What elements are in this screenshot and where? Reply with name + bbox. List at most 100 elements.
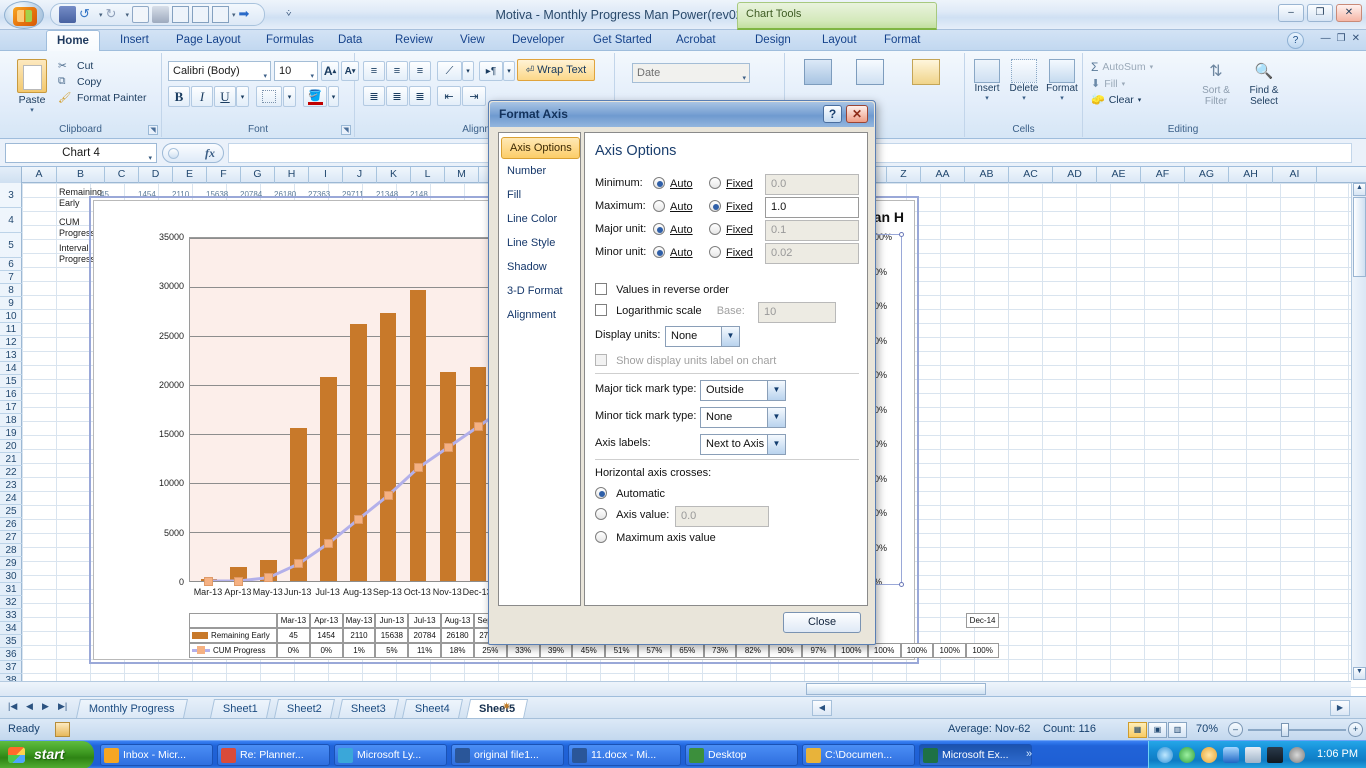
- row-header-20[interactable]: 20: [0, 440, 22, 453]
- tab-formulas[interactable]: Formulas: [256, 30, 324, 51]
- row-header-35[interactable]: 35: [0, 635, 22, 648]
- doc-restore-icon[interactable]: ❐: [1337, 33, 1346, 44]
- handle-tr[interactable]: [899, 232, 904, 237]
- display-units-select[interactable]: None ▼: [665, 326, 740, 347]
- column-header-AE[interactable]: AE: [1097, 167, 1141, 183]
- underline-dropdown-icon[interactable]: ▾: [236, 86, 249, 107]
- underline-button[interactable]: U: [214, 86, 236, 107]
- last-sheet-icon[interactable]: ▶|: [58, 701, 67, 712]
- display-units-dropdown-icon[interactable]: ▼: [721, 327, 739, 346]
- fill-dropdown-icon[interactable]: ▾: [1122, 80, 1126, 88]
- delete-dropdown-icon[interactable]: ▾: [1005, 94, 1043, 102]
- row-header-13[interactable]: 13: [0, 349, 22, 362]
- column-header-AG[interactable]: AG: [1185, 167, 1229, 183]
- tab-home[interactable]: Home: [46, 30, 100, 52]
- horizontal-scrollbar[interactable]: [0, 681, 1351, 696]
- row-header-27[interactable]: 27: [0, 531, 22, 544]
- row-header-14[interactable]: 14: [0, 362, 22, 375]
- minor-tick-select[interactable]: None ▼: [700, 407, 786, 428]
- row-header-10[interactable]: 10: [0, 310, 22, 323]
- taskbar-item[interactable]: C:\Documen...: [802, 744, 915, 766]
- format-cells-button[interactable]: Format ▾: [1043, 59, 1081, 102]
- column-header-AH[interactable]: AH: [1229, 167, 1273, 183]
- conditional-formatting-button[interactable]: [795, 59, 840, 85]
- autosum-button[interactable]: Σ AutoSum ▾: [1091, 60, 1153, 74]
- row-header-37[interactable]: 37: [0, 661, 22, 674]
- fixed-option[interactable]: Fixed: [709, 177, 753, 190]
- number-format-dropdown-icon[interactable]: ▾: [742, 70, 746, 88]
- dialog-help-button[interactable]: ?: [823, 105, 842, 123]
- row-header-12[interactable]: 12: [0, 336, 22, 349]
- auto-option[interactable]: Auto: [653, 177, 693, 190]
- autosum-dropdown-icon[interactable]: ▾: [1150, 63, 1154, 71]
- fill-color-button[interactable]: 🪣: [303, 86, 327, 107]
- select-all-button[interactable]: [0, 167, 22, 183]
- log-scale-checkbox[interactable]: [595, 304, 607, 316]
- row-header-23[interactable]: 23: [0, 479, 22, 492]
- column-header-G[interactable]: G: [241, 167, 275, 183]
- column-header-AD[interactable]: AD: [1053, 167, 1097, 183]
- row-header-36[interactable]: 36: [0, 648, 22, 661]
- fixed-radio[interactable]: [709, 223, 721, 235]
- column-header-M[interactable]: M: [445, 167, 479, 183]
- sort-filter-button[interactable]: ⇅ Sort & Filter: [1193, 59, 1239, 107]
- column-header-AI[interactable]: AI: [1273, 167, 1317, 183]
- auto-option[interactable]: Auto: [653, 200, 693, 213]
- orientation-button[interactable]: ⟋: [437, 61, 462, 81]
- data-marker[interactable]: [234, 576, 244, 586]
- sheet-tab-sheet1[interactable]: Sheet1: [209, 699, 271, 718]
- font-family-input[interactable]: Calibri (Body) ▾: [168, 61, 271, 81]
- horizontal-scroll-thumb[interactable]: [806, 683, 986, 695]
- data-marker[interactable]: [443, 442, 453, 452]
- axis-value-input[interactable]: 0.0: [765, 174, 859, 195]
- zoom-level[interactable]: 70%: [1196, 723, 1218, 735]
- sheet-tab-sheet5[interactable]: Sheet5: [465, 699, 529, 719]
- dialog-nav-alignment[interactable]: Alignment: [499, 305, 582, 327]
- align-bottom-button[interactable]: ≡: [409, 61, 431, 81]
- tray-update-icon[interactable]: [1201, 747, 1217, 763]
- sheet-tab-sheet4[interactable]: Sheet4: [401, 699, 463, 718]
- crosses-maximum-radio[interactable]: [595, 531, 607, 543]
- align-left-button[interactable]: ≣: [363, 86, 385, 106]
- row-header-16[interactable]: 16: [0, 388, 22, 401]
- row-header-32[interactable]: 32: [0, 596, 22, 609]
- column-header-AA[interactable]: AA: [921, 167, 965, 183]
- zoom-out-button[interactable]: –: [1228, 722, 1243, 737]
- zoom-slider[interactable]: [1248, 729, 1346, 731]
- row-header-6[interactable]: 6: [0, 258, 22, 271]
- tray-keyboard-icon[interactable]: [1267, 747, 1283, 763]
- row-header-24[interactable]: 24: [0, 492, 22, 505]
- row-header-11[interactable]: 11: [0, 323, 22, 336]
- find-select-button[interactable]: 🔍 Find & Select: [1241, 59, 1287, 107]
- row-header-9[interactable]: 9: [0, 297, 22, 310]
- taskbar-clock[interactable]: 1:06 PM: [1317, 748, 1358, 760]
- dialog-close-button[interactable]: Close: [783, 612, 861, 633]
- data-marker[interactable]: [204, 576, 214, 586]
- crosses-automatic-row[interactable]: Automatic: [595, 487, 665, 500]
- auto-option[interactable]: Auto: [653, 223, 693, 236]
- auto-radio[interactable]: [653, 223, 665, 235]
- zoom-in-button[interactable]: +: [1348, 722, 1363, 737]
- insert-dropdown-icon[interactable]: ▾: [969, 94, 1005, 102]
- auto-radio[interactable]: [653, 246, 665, 258]
- tray-network-icon[interactable]: [1245, 747, 1261, 763]
- row-header-25[interactable]: 25: [0, 505, 22, 518]
- data-marker[interactable]: [473, 422, 483, 432]
- tab-developer[interactable]: Developer: [502, 30, 574, 51]
- taskbar-item[interactable]: Re: Planner...: [217, 744, 330, 766]
- column-header-I[interactable]: I: [309, 167, 343, 183]
- page-layout-view-button[interactable]: ▣: [1148, 722, 1167, 738]
- row-header-21[interactable]: 21: [0, 453, 22, 466]
- prev-sheet-icon[interactable]: ◀: [26, 701, 33, 712]
- fixed-radio[interactable]: [709, 177, 721, 189]
- tray-bluetooth-icon[interactable]: [1223, 747, 1239, 763]
- row-header-7[interactable]: 7: [0, 271, 22, 284]
- column-header-AC[interactable]: AC: [1009, 167, 1053, 183]
- crosses-maximum-row[interactable]: Maximum axis value: [595, 531, 716, 544]
- macro-record-icon[interactable]: [55, 722, 70, 737]
- data-marker[interactable]: [354, 514, 363, 524]
- format-dropdown-icon[interactable]: ▾: [1043, 94, 1081, 102]
- sheet-tab-monthly-progress[interactable]: Monthly Progress: [75, 699, 188, 718]
- reverse-order-row[interactable]: Values in reverse order: [595, 283, 729, 296]
- minor-tick-dropdown-icon[interactable]: ▼: [767, 408, 785, 427]
